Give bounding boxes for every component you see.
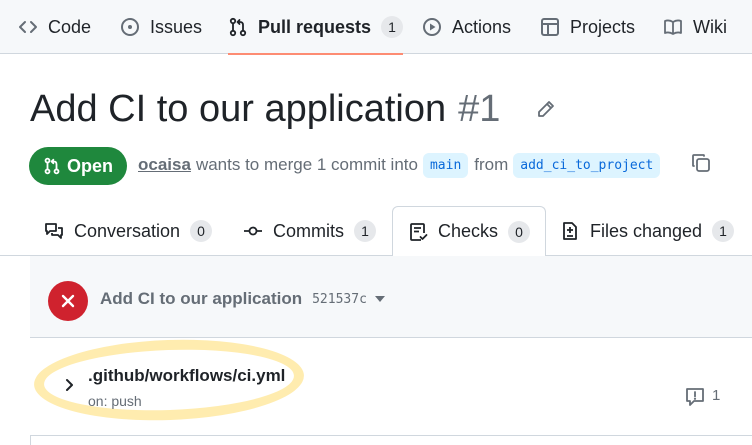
merge-text: wants to merge 1 commit into	[195, 155, 418, 174]
check-run-selector[interactable]: Add CI to our application 521537c	[100, 289, 385, 309]
tab-commits[interactable]: Commits 1	[243, 206, 376, 256]
status-badge: Open	[29, 147, 128, 185]
nav-code[interactable]: Code	[18, 0, 91, 54]
comment-icon	[684, 386, 706, 408]
annotation-count: 1	[712, 387, 721, 404]
nav-actions-label: Actions	[452, 16, 512, 37]
tab-checks-label: Checks	[438, 221, 499, 241]
pull-requests-counter: 1	[381, 16, 404, 38]
tab-checks[interactable]: Checks 0	[392, 206, 547, 257]
tab-commits-count: 1	[354, 220, 376, 242]
tab-files-changed-count: 1	[712, 220, 735, 242]
nav-issues[interactable]: Issues	[120, 0, 202, 54]
nav-wiki[interactable]: Wiki	[663, 0, 727, 54]
author-link[interactable]: ocaisa	[138, 155, 191, 175]
x-circle-fill-icon	[48, 281, 88, 321]
comment-discussion-icon	[44, 221, 64, 241]
book-icon	[663, 17, 683, 37]
tab-conversation-label: Conversation	[74, 220, 181, 241]
code-icon	[18, 17, 38, 37]
tab-files-changed-label: Files changed	[590, 220, 703, 241]
status-badge-label: Open	[67, 155, 114, 176]
git-pull-request-icon	[43, 157, 61, 175]
copy-icon[interactable]	[690, 152, 712, 174]
tab-conversation[interactable]: Conversation 0	[44, 206, 213, 256]
tab-commits-label: Commits	[273, 220, 344, 241]
table-icon	[540, 17, 560, 37]
git-commit-icon	[243, 221, 263, 241]
base-branch[interactable]: main	[422, 152, 469, 178]
nav-wiki-label: Wiki	[693, 16, 727, 37]
play-icon	[422, 17, 442, 37]
chevron-right-icon[interactable]	[63, 378, 77, 392]
pencil-icon[interactable]	[536, 99, 556, 119]
check-run-title: Add CI to our application	[100, 289, 303, 308]
repo-nav: Code Issues Pull requests 1 Actions Proj…	[0, 0, 752, 55]
tab-checks-count: 0	[508, 220, 531, 243]
nav-pull-requests-label: Pull requests	[258, 16, 372, 37]
tab-files-changed[interactable]: Files changed 1	[560, 206, 735, 256]
nav-pull-requests[interactable]: Pull requests 1	[228, 0, 404, 55]
pr-meta: ocaisa wants to merge 1 commit into main…	[138, 151, 666, 179]
workflow-name[interactable]: .github/workflows/ci.yml	[88, 366, 285, 386]
workflow-trigger: on: push	[88, 393, 142, 409]
checklist-icon	[408, 222, 428, 242]
file-diff-icon	[560, 221, 580, 241]
chevron-down-icon	[374, 296, 385, 302]
git-pull-request-icon	[228, 17, 248, 37]
nav-actions[interactable]: Actions	[422, 0, 511, 54]
pr-title-text: Add CI to our application	[30, 88, 447, 130]
pr-number: #1	[458, 88, 501, 130]
nav-code-label: Code	[48, 16, 92, 37]
nav-projects-label: Projects	[570, 16, 636, 37]
pr-tabs: Conversation 0 Commits 1 Checks 0 Files …	[0, 206, 752, 257]
nav-projects[interactable]: Projects	[540, 0, 635, 54]
tab-conversation-count: 0	[190, 220, 213, 242]
page-title: Add CI to our application #1	[30, 88, 500, 131]
from-text: from	[474, 155, 509, 174]
commit-sha: 521537c	[312, 291, 367, 307]
issue-opened-icon	[120, 17, 140, 37]
head-branch[interactable]: add_ci_to_project	[513, 152, 661, 178]
nav-issues-label: Issues	[150, 16, 203, 37]
